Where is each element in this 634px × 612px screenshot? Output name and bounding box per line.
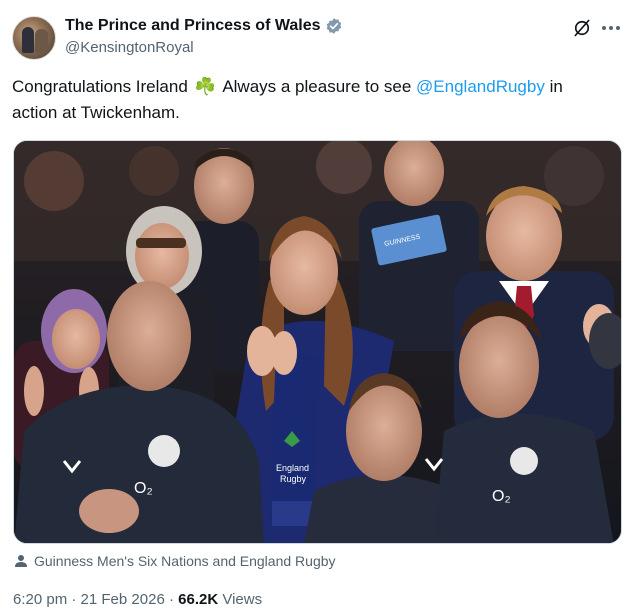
stadium-crowd-photo: GUINNESS England Rugby O₂ O₂ [14,141,621,543]
tweet-text-in: in [549,77,563,96]
tweet-text-middle: Always a pleasure to see [222,77,412,96]
tweet-photo[interactable]: GUINNESS England Rugby O₂ O₂ [13,140,622,544]
tweet-text-line2: action at Twickenham. [12,103,180,122]
mention-link[interactable]: @EnglandRugby [416,77,545,96]
jacket-mark-left: O₂ [134,480,153,497]
tweet-text: Congratulations Ireland ☘️ Always a plea… [12,74,617,126]
author-block: The Prince and Princess of Wales @Kensin… [65,16,343,58]
photo-caption[interactable]: Guinness Men's Six Nations and England R… [14,553,336,569]
display-name[interactable]: The Prince and Princess of Wales [65,16,321,36]
tweet-header: The Prince and Princess of Wales @Kensin… [12,14,622,62]
verified-badge-icon [326,18,341,34]
jacket-mark-right: O₂ [492,488,511,505]
handle[interactable]: @KensingtonRoyal [65,38,343,58]
display-name-row[interactable]: The Prince and Princess of Wales [65,16,343,36]
more-options-icon[interactable] [600,18,622,38]
meta-separator-1: · [71,591,77,608]
grok-icon[interactable] [572,18,592,38]
scarf-text-england: England [276,463,309,473]
tweet-time[interactable]: 6:20 pm [13,591,67,608]
views-count: 66.2K [178,591,219,608]
views-label: Views [222,591,263,608]
tweet-meta: 6:20 pm · 21 Feb 2026 · 66.2K Views [13,591,262,608]
tweet-text-start: Congratulations Ireland [12,77,188,96]
avatar[interactable] [12,16,56,60]
caption-text[interactable]: Guinness Men's Six Nations and England R… [34,553,336,569]
scarf-text-rugby: Rugby [280,474,307,484]
person-icon [15,555,27,567]
meta-separator-2: · [168,591,174,608]
tweet-date[interactable]: 21 Feb 2026 [81,591,165,608]
shamrock-emoji: ☘️ [194,77,217,96]
